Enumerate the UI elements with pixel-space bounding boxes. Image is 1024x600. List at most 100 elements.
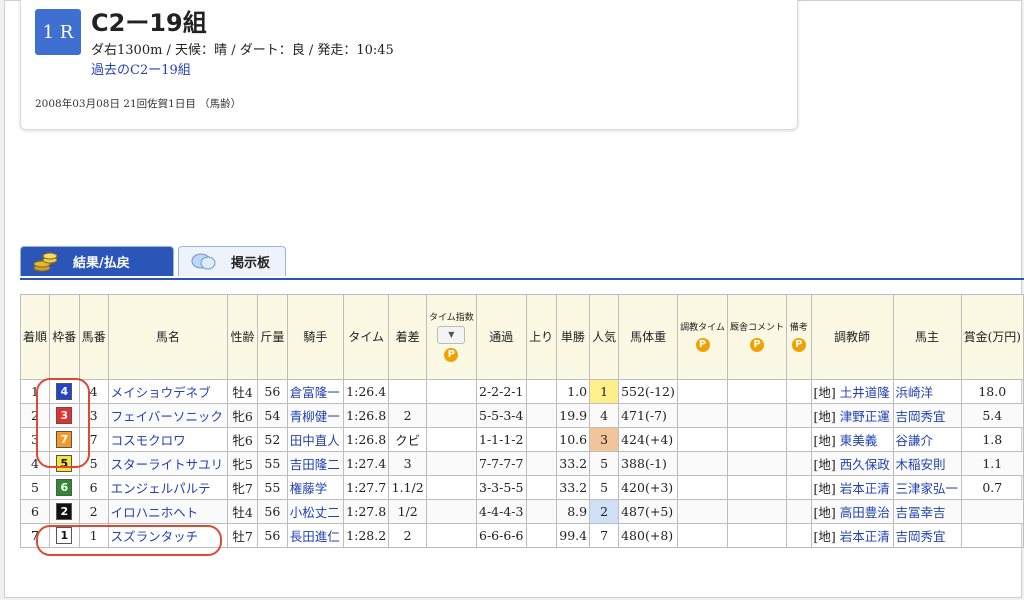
body-weight-cell: 480(+8) xyxy=(618,523,679,548)
time-index-cell xyxy=(425,499,477,524)
trainer-name[interactable]: 岩本正清 xyxy=(840,529,890,544)
body-weight-cell: 552(-12) xyxy=(618,379,679,404)
jockey-link[interactable]: 長田進仁 xyxy=(286,523,344,548)
speech-bubble-icon xyxy=(191,251,217,273)
horse-name-link[interactable]: スズランタッチ xyxy=(107,523,229,548)
prize-cell: 1.1 xyxy=(960,451,1024,476)
race-conditions: ダ右1300m / 天候：晴 / ダート：良 / 発走：10:45 xyxy=(91,43,394,58)
passing-cell: 7-7-7-7 xyxy=(475,451,527,476)
trainer-name[interactable]: 津野正運 xyxy=(840,409,890,424)
passing-cell: 5-5-3-4 xyxy=(475,403,527,428)
owner-link[interactable]: 木稲安則 xyxy=(892,451,962,476)
frame-cell: 1 xyxy=(49,523,80,548)
prize-cell xyxy=(960,499,1024,524)
past-races-link[interactable]: 過去のC2ー19組 xyxy=(91,59,191,78)
chevron-down-icon[interactable]: ▼ xyxy=(437,325,466,344)
training-time-cell xyxy=(677,475,728,500)
margin-cell: 2 xyxy=(388,403,427,428)
col-passing: 通過 xyxy=(475,294,527,380)
horse-name-link[interactable]: フェイバーソニック xyxy=(107,403,229,428)
time-cell: 1:26.4 xyxy=(342,379,390,404)
trainer-name[interactable]: 土井道隆 xyxy=(840,385,890,400)
horse-name-link[interactable]: イロハニホヘト xyxy=(107,499,229,524)
col-time-index[interactable]: タイム指数 ▼ P xyxy=(425,294,477,380)
col-number: 馬番 xyxy=(78,294,109,380)
col-horse: 馬名 xyxy=(107,294,229,380)
time-cell: 1:28.2 xyxy=(342,523,390,548)
jockey-link[interactable]: 青柳健一 xyxy=(286,403,344,428)
horse-name-link[interactable]: エンジェルパルテ xyxy=(107,475,229,500)
prize-cell: 5.4 xyxy=(960,403,1024,428)
weight-cell: 56 xyxy=(257,379,288,404)
col-prize: 賞金(万円) xyxy=(960,294,1024,380)
time-index-cell xyxy=(425,427,477,452)
trainer-link[interactable]: [地] 岩本正清 xyxy=(810,523,894,548)
frame-number-badge: 7 xyxy=(56,431,73,448)
frame-number-badge: 3 xyxy=(56,407,73,424)
training-time-cell xyxy=(677,499,728,524)
region-tag: [地] xyxy=(813,433,840,448)
jockey-link[interactable]: 吉田隆二 xyxy=(286,451,344,476)
table-row: 1 4 4 メイショウデネブ 牡4 56 倉富隆一 1:26.4 2-2-2-1 1.0 1 552(… xyxy=(19,379,1024,404)
col-odds: 単勝 xyxy=(555,294,591,380)
margin-cell: 1/2 xyxy=(388,499,427,524)
jockey-link[interactable]: 田中直人 xyxy=(286,427,344,452)
time-index-cell xyxy=(425,403,477,428)
tab-results[interactable]: 結果/払戻 xyxy=(20,246,174,276)
time-index-cell xyxy=(425,451,477,476)
horse-name-link[interactable]: コスモクロワ xyxy=(107,427,229,452)
trainer-link[interactable]: [地] 岩本正清 xyxy=(810,475,894,500)
table-row: 5 6 6 エンジェルパルテ 牝7 55 権藤学 1:27.7 1.1/2 3-3-5-5 33.2… xyxy=(19,475,1024,500)
notes-cell xyxy=(786,499,812,524)
horse-name-link[interactable]: メイショウデネブ xyxy=(107,379,229,404)
premium-p-icon: P xyxy=(695,337,710,352)
frame-cell: 6 xyxy=(49,475,80,500)
last-cell xyxy=(525,451,557,476)
frame-number-badge: 1 xyxy=(56,527,73,544)
owner-link[interactable]: 吉岡秀宜 xyxy=(892,403,962,428)
trainer-name[interactable]: 西久保政 xyxy=(840,457,890,472)
stable-comment-cell xyxy=(726,523,788,548)
region-tag: [地] xyxy=(813,409,840,424)
jockey-link[interactable]: 小松丈二 xyxy=(286,499,344,524)
margin-cell: 1.1/2 xyxy=(388,475,427,500)
number-cell: 1 xyxy=(78,523,109,548)
time-cell: 1:27.8 xyxy=(342,499,390,524)
trainer-link[interactable]: [地] 西久保政 xyxy=(810,451,894,476)
weight-cell: 55 xyxy=(257,475,288,500)
number-cell: 3 xyxy=(78,403,109,428)
table-row: 4 5 5 スターライトサユリ 牝5 55 吉田隆二 1:27.4 3 7-7-7-7 33.2 5 3… xyxy=(19,451,1024,476)
sex-age-cell: 牝7 xyxy=(227,475,259,500)
owner-link[interactable]: 谷謙介 xyxy=(892,427,962,452)
margin-cell: クビ xyxy=(388,427,427,452)
region-tag: [地] xyxy=(813,529,840,544)
horse-name-link[interactable]: スターライトサユリ xyxy=(107,451,229,476)
owner-link[interactable]: 吉岡秀宜 xyxy=(892,523,962,548)
owner-link[interactable]: 浜崎洋 xyxy=(892,379,962,404)
trainer-link[interactable]: [地] 津野正運 xyxy=(810,403,894,428)
number-cell: 2 xyxy=(78,499,109,524)
owner-link[interactable]: 三津家弘一 xyxy=(892,475,962,500)
passing-cell: 2-2-2-1 xyxy=(475,379,527,404)
number-cell: 5 xyxy=(78,451,109,476)
frame-number-badge: 5 xyxy=(56,455,73,472)
trainer-name[interactable]: 高田豊治 xyxy=(840,505,890,520)
odds-cell: 10.6 xyxy=(555,427,591,452)
jockey-link[interactable]: 倉富隆一 xyxy=(286,379,344,404)
race-title: C2ー19組 xyxy=(91,9,207,37)
weight-cell: 54 xyxy=(257,403,288,428)
trainer-link[interactable]: [地] 高田豊治 xyxy=(810,499,894,524)
rank-cell: 6 xyxy=(19,499,51,524)
tab-board[interactable]: 掲示板 xyxy=(178,246,286,276)
trainer-name[interactable]: 岩本正清 xyxy=(840,481,890,496)
owner-link[interactable]: 吉冨幸吉 xyxy=(892,499,962,524)
number-cell: 4 xyxy=(78,379,109,404)
jockey-link[interactable]: 権藤学 xyxy=(286,475,344,500)
weight-cell: 55 xyxy=(257,451,288,476)
stable-comment-cell xyxy=(726,379,788,404)
training-time-cell xyxy=(677,379,728,404)
trainer-name[interactable]: 東美義 xyxy=(840,433,878,448)
trainer-link[interactable]: [地] 東美義 xyxy=(810,427,894,452)
col-trainer: 調教師 xyxy=(810,294,894,380)
trainer-link[interactable]: [地] 土井道隆 xyxy=(810,379,894,404)
